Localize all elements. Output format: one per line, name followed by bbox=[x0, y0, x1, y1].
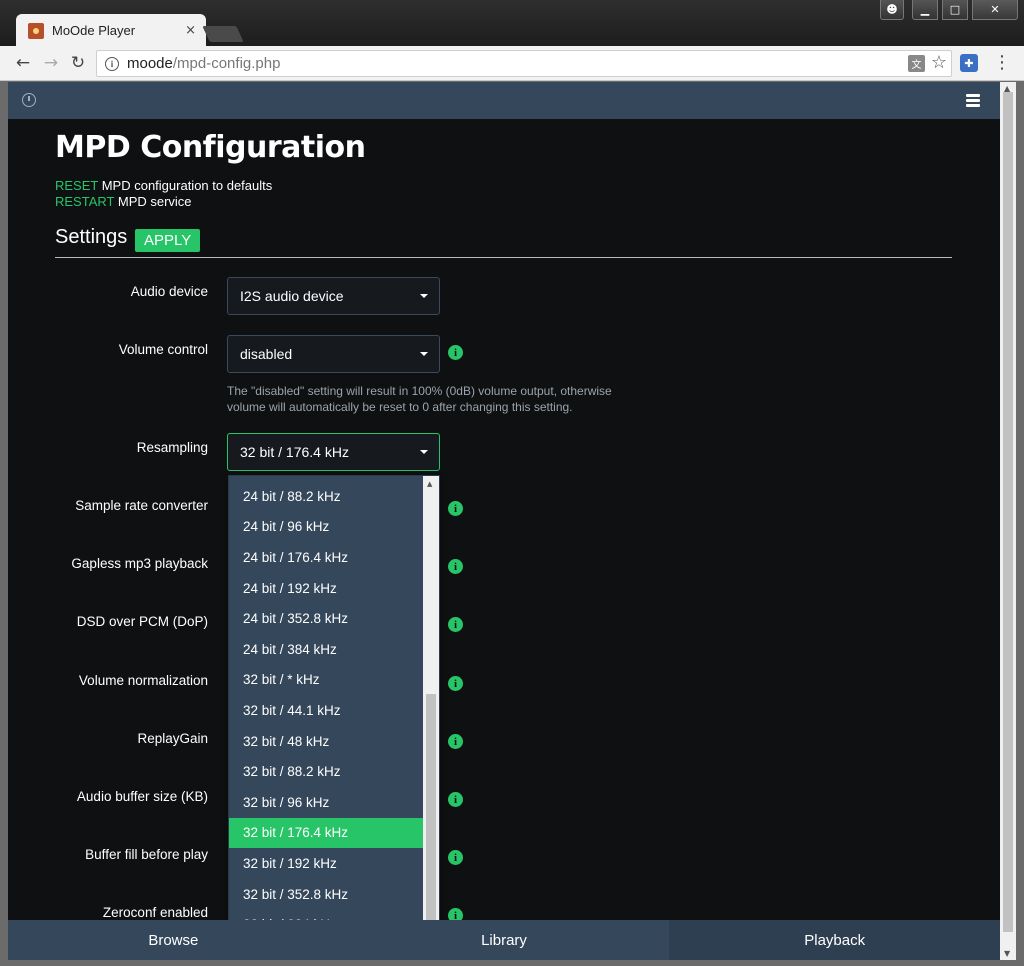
resampling-option[interactable]: 24 bit / 192 kHz bbox=[229, 573, 425, 604]
chevron-down-icon bbox=[420, 294, 428, 298]
info-icon[interactable]: i bbox=[448, 501, 463, 516]
resampling-option[interactable]: 32 bit / 176.4 kHz bbox=[229, 817, 425, 849]
zeroconf-label: Zeroconf enabled bbox=[102, 905, 208, 920]
config-actions: RESET MPD configuration to defaults REST… bbox=[55, 178, 272, 210]
minimize-button[interactable]: ▁ bbox=[912, 0, 938, 20]
info-icon[interactable]: i bbox=[448, 792, 463, 807]
resampling-option[interactable]: 24 bit / 352.8 kHz bbox=[229, 603, 425, 634]
settings-heading: Settings bbox=[55, 226, 128, 248]
browser-titlebar: MoOde Player × ☻ ▁ □ ✕ bbox=[0, 0, 1024, 47]
dropdown-scrollbar[interactable]: ▲ ▼ bbox=[423, 476, 439, 942]
url-text[interactable]: moode/mpd-config.php bbox=[127, 55, 280, 72]
translate-icon[interactable]: 文 bbox=[908, 55, 925, 72]
chevron-down-icon bbox=[420, 450, 428, 454]
resampling-option[interactable]: 32 bit / 48 kHz bbox=[229, 726, 425, 757]
resampling-option[interactable]: 24 bit / 88.2 kHz bbox=[229, 481, 425, 512]
audio-device-value: I2S audio device bbox=[240, 288, 344, 304]
chevron-down-icon bbox=[420, 352, 428, 356]
extension-icon[interactable]: ✚ bbox=[960, 54, 978, 72]
window-controls: ☻ ▁ □ ✕ bbox=[880, 0, 1018, 20]
new-tab-button[interactable] bbox=[202, 26, 244, 42]
volume-normalization-label: Volume normalization bbox=[78, 673, 208, 688]
info-icon[interactable]: i bbox=[448, 617, 463, 632]
maximize-button[interactable]: □ bbox=[942, 0, 968, 20]
library-tab[interactable]: Library bbox=[339, 920, 670, 960]
resampling-option[interactable]: 32 bit / 192 kHz bbox=[229, 848, 425, 879]
audio-device-label: Audio device bbox=[130, 284, 208, 299]
info-icon[interactable]: i bbox=[448, 559, 463, 574]
back-arrow-icon[interactable]: ← bbox=[12, 52, 34, 74]
buffer-fill-label: Buffer fill before play bbox=[85, 847, 208, 862]
tab-close-icon[interactable]: × bbox=[185, 23, 196, 38]
restart-description: MPD service bbox=[114, 194, 192, 209]
resampling-option[interactable]: 32 bit / 88.2 kHz bbox=[229, 756, 425, 787]
sample-rate-converter-label: Sample rate converter bbox=[75, 498, 208, 513]
reset-link[interactable]: RESET bbox=[55, 178, 98, 193]
browser-tab[interactable]: MoOde Player × bbox=[16, 14, 206, 47]
page-scroll-thumb[interactable] bbox=[1003, 92, 1013, 932]
app-header-bar bbox=[8, 82, 1000, 119]
forward-arrow-icon[interactable]: → bbox=[40, 52, 62, 74]
hamburger-menu-icon[interactable] bbox=[966, 94, 980, 109]
volume-control-value: disabled bbox=[240, 346, 293, 362]
resampling-option[interactable]: 32 bit / * kHz bbox=[229, 665, 425, 696]
tab-title: MoOde Player bbox=[52, 23, 136, 38]
resampling-option[interactable]: 24 bit / 384 kHz bbox=[229, 634, 425, 665]
divider bbox=[55, 257, 952, 258]
resampling-option[interactable]: 24 bit / 176.4 kHz bbox=[229, 542, 425, 573]
bottom-nav: Browse Library Playback bbox=[8, 920, 1000, 960]
apply-button[interactable]: APPLY bbox=[135, 229, 201, 252]
volume-control-select[interactable]: disabled bbox=[227, 335, 440, 373]
reset-description: MPD configuration to defaults bbox=[98, 178, 273, 193]
resampling-option[interactable]: 24 bit / 96 kHz bbox=[229, 512, 425, 543]
resampling-value: 32 bit / 176.4 kHz bbox=[240, 444, 349, 460]
scroll-down-arrow-icon[interactable]: ▼ bbox=[1004, 949, 1010, 958]
dsd-over-pcm-label: DSD over PCM (DoP) bbox=[76, 614, 208, 629]
replaygain-label: ReplayGain bbox=[137, 731, 208, 746]
resampling-select[interactable]: 32 bit / 176.4 kHz bbox=[227, 433, 440, 471]
info-icon[interactable]: i bbox=[448, 850, 463, 865]
bookmark-star-icon[interactable]: ☆ bbox=[931, 52, 947, 73]
playback-tab[interactable]: Playback bbox=[669, 920, 1000, 960]
dropdown-scroll-thumb[interactable] bbox=[426, 694, 436, 924]
resampling-options-list[interactable]: 32 bit / 384 kHz32 bit / 352.8 kHz32 bit… bbox=[228, 475, 440, 943]
resampling-option[interactable]: 32 bit / 96 kHz bbox=[229, 787, 425, 818]
info-icon[interactable]: i bbox=[448, 676, 463, 691]
audio-device-select[interactable]: I2S audio device bbox=[227, 277, 440, 315]
moode-favicon-icon bbox=[28, 22, 44, 39]
volume-control-label: Volume control bbox=[118, 342, 208, 357]
gapless-mp3-label: Gapless mp3 playback bbox=[71, 556, 208, 571]
restart-link[interactable]: RESTART bbox=[55, 194, 114, 209]
resampling-option[interactable]: 32 bit / 44.1 kHz bbox=[229, 695, 425, 726]
scroll-up-arrow-icon[interactable]: ▲ bbox=[427, 480, 432, 488]
site-info-icon[interactable]: i bbox=[105, 56, 119, 71]
browse-tab[interactable]: Browse bbox=[8, 920, 339, 960]
info-icon[interactable]: i bbox=[448, 345, 463, 360]
browser-menu-icon[interactable]: ⋮ bbox=[993, 52, 1011, 73]
clock-icon[interactable] bbox=[22, 93, 36, 107]
address-bar[interactable]: i moode/mpd-config.php 文 ☆ bbox=[96, 50, 952, 77]
resampling-option[interactable]: 32 bit / 352.8 kHz bbox=[229, 879, 425, 910]
audio-buffer-size-label: Audio buffer size (KB) bbox=[76, 789, 208, 804]
reload-icon[interactable]: ↻ bbox=[67, 52, 89, 74]
page-viewport: MPD Configuration RESET MPD configuratio… bbox=[8, 82, 1000, 960]
browser-toolbar: ← → ↻ i moode/mpd-config.php 文 ☆ ✚ ⋮ bbox=[0, 46, 1024, 81]
resampling-label: Resampling bbox=[136, 440, 208, 455]
profile-icon[interactable]: ☻ bbox=[880, 0, 904, 20]
close-window-button[interactable]: ✕ bbox=[972, 0, 1018, 20]
info-icon[interactable]: i bbox=[448, 734, 463, 749]
page-title: MPD Configuration bbox=[55, 130, 366, 165]
page-scrollbar[interactable]: ▲ ▼ bbox=[1000, 82, 1016, 960]
volume-help-text: The "disabled" setting will result in 10… bbox=[227, 384, 612, 414]
